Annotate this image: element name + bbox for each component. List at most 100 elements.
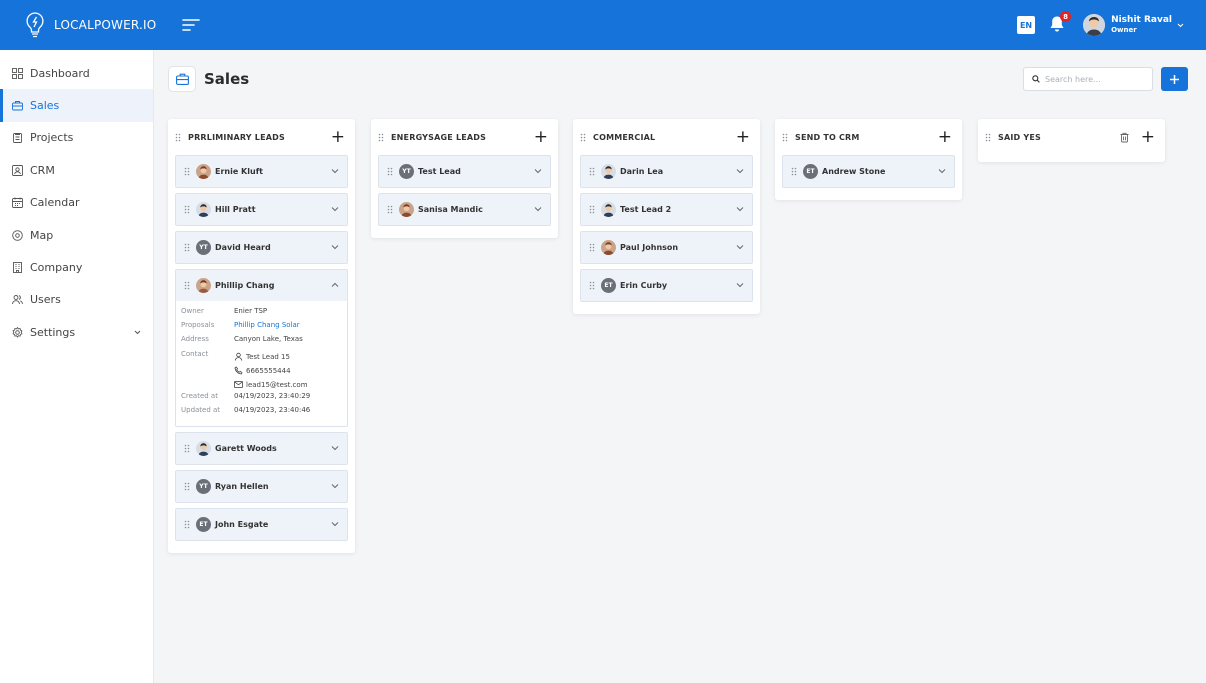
drag-handle-icon[interactable]: [184, 167, 190, 176]
sidebar-item-crm[interactable]: CRM: [0, 154, 153, 186]
pipeline-column: PRRLIMINARY LEADS + Ernie Kluft Hill Pra…: [168, 119, 355, 553]
search-box[interactable]: [1023, 67, 1153, 91]
drag-handle-icon[interactable]: [589, 205, 595, 214]
drag-handle-icon[interactable]: [184, 243, 190, 252]
pipeline-column: SEND TO CRM + ET Andrew Stone: [775, 119, 962, 200]
language-switcher[interactable]: EN: [1017, 16, 1036, 34]
avatar: [196, 440, 211, 456]
search-input[interactable]: [1045, 74, 1145, 84]
lead-card[interactable]: Hill Pratt: [175, 193, 348, 226]
chevron-down-icon[interactable]: [736, 282, 744, 288]
lead-card[interactable]: Garett Woods: [175, 431, 348, 465]
chevron-down-icon[interactable]: [331, 206, 339, 212]
lightbulb-logo-icon: [26, 12, 44, 38]
lead-card[interactable]: ET Andrew Stone: [782, 155, 955, 188]
drag-handle-icon[interactable]: [782, 133, 788, 142]
chevron-down-icon[interactable]: [331, 521, 339, 527]
chevron-down-icon[interactable]: [736, 168, 744, 174]
detail-label: Contact: [181, 349, 209, 358]
add-card-button[interactable]: +: [938, 128, 952, 146]
sidebar-item-map[interactable]: Map: [0, 219, 153, 251]
drag-handle-icon[interactable]: [184, 520, 190, 529]
avatar: [196, 164, 211, 179]
menu-toggle-icon[interactable]: [182, 18, 201, 32]
add-card-button[interactable]: +: [534, 128, 548, 146]
drag-handle-icon[interactable]: [184, 444, 190, 453]
sidebar-item-dashboard[interactable]: Dashboard: [0, 57, 153, 89]
sidebar-item-calendar[interactable]: Calendar: [0, 187, 153, 219]
drag-handle-icon[interactable]: [580, 133, 586, 142]
lead-card[interactable]: Ernie Kluft: [175, 155, 348, 188]
drag-handle-icon[interactable]: [378, 133, 384, 142]
drag-handle-icon[interactable]: [184, 205, 190, 214]
sidebar-item-company[interactable]: Company: [0, 251, 153, 283]
lead-card[interactable]: Paul Johnson: [580, 231, 753, 264]
lead-card[interactable]: YT Test Lead: [378, 155, 551, 188]
add-button[interactable]: [1161, 67, 1188, 91]
add-card-button[interactable]: +: [331, 128, 345, 146]
lead-card[interactable]: Darin Lea: [580, 155, 753, 188]
avatar: [196, 202, 211, 217]
drag-handle-icon[interactable]: [184, 281, 190, 290]
chevron-down-icon[interactable]: [534, 168, 542, 174]
pipeline-column: SAID YES +: [978, 119, 1165, 162]
chevron-up-icon[interactable]: [331, 282, 339, 288]
drag-handle-icon[interactable]: [184, 482, 190, 491]
user-name: Nishit Raval: [1111, 15, 1172, 25]
column-header: PRRLIMINARY LEADS +: [175, 119, 348, 155]
avatar: [399, 202, 414, 217]
sidebar-item-users[interactable]: Users: [0, 284, 153, 316]
add-card-button[interactable]: +: [1141, 128, 1155, 146]
lead-name: Test Lead 2: [620, 205, 672, 214]
chevron-down-icon[interactable]: [736, 244, 744, 250]
user-card-icon: [12, 164, 23, 176]
add-card-button[interactable]: +: [736, 128, 750, 146]
drag-handle-icon[interactable]: [387, 167, 393, 176]
user-menu[interactable]: Nishit Raval Owner: [1083, 14, 1184, 36]
sidebar-item-sales[interactable]: Sales: [0, 89, 153, 123]
avatar-initials: YT: [196, 478, 211, 494]
drag-handle-icon[interactable]: [589, 167, 595, 176]
drag-handle-icon[interactable]: [985, 133, 991, 142]
lead-card-expanded[interactable]: Phillip Chang Owner Enier TSP Proposals Ph…: [175, 269, 348, 427]
avatar: [196, 278, 211, 293]
lead-card[interactable]: ET Erin Curby: [580, 269, 753, 302]
lead-name: David Heard: [215, 243, 271, 252]
detail-label: Updated at: [181, 405, 221, 414]
lead-card[interactable]: Sanisa Mandic: [378, 193, 551, 226]
created-value: 04/19/2023, 23:40:29: [234, 391, 311, 400]
user-icon: [234, 352, 243, 361]
drag-handle-icon[interactable]: [589, 243, 595, 252]
chevron-down-icon[interactable]: [331, 483, 339, 489]
drag-handle-icon[interactable]: [175, 133, 181, 142]
chevron-down-icon[interactable]: [534, 206, 542, 212]
notifications-button[interactable]: 8: [1049, 11, 1072, 35]
drag-handle-icon[interactable]: [791, 167, 797, 176]
contact-name: Test Lead 15: [246, 352, 290, 361]
trash-icon[interactable]: [1119, 132, 1130, 143]
lead-card[interactable]: YT Ryan Hellen: [175, 469, 348, 503]
column-header: ENERGYSAGE LEADS +: [378, 119, 551, 155]
chevron-down-icon[interactable]: [331, 244, 339, 250]
drag-handle-icon[interactable]: [589, 281, 595, 290]
chevron-down-icon[interactable]: [736, 206, 744, 212]
drag-handle-icon[interactable]: [387, 205, 393, 214]
proposal-link[interactable]: Phillip Chang Solar: [234, 321, 342, 335]
lead-card[interactable]: YT David Heard: [175, 231, 348, 264]
chevron-down-icon[interactable]: [938, 168, 946, 174]
column-header: SAID YES +: [985, 119, 1158, 155]
app-logo[interactable]: LOCALPOWER.IO: [24, 11, 156, 39]
lead-name: Hill Pratt: [215, 205, 256, 214]
chevron-down-icon[interactable]: [331, 445, 339, 451]
lead-card[interactable]: ET John Esgate: [175, 507, 348, 541]
chevron-down-icon[interactable]: [331, 168, 339, 174]
plus-icon: [1170, 74, 1179, 84]
sidebar-item-projects[interactable]: Projects: [0, 122, 153, 154]
app-name: LOCALPOWER.IO: [54, 18, 157, 32]
avatar: [601, 164, 616, 179]
lead-name: John Esgate: [215, 519, 269, 529]
sidebar: Dashboard Sales Projects CRM Calendar Ma…: [0, 50, 154, 683]
sidebar-item-settings[interactable]: Settings: [0, 316, 153, 348]
detail-label: Proposals: [181, 321, 215, 330]
lead-card[interactable]: Test Lead 2: [580, 193, 753, 226]
